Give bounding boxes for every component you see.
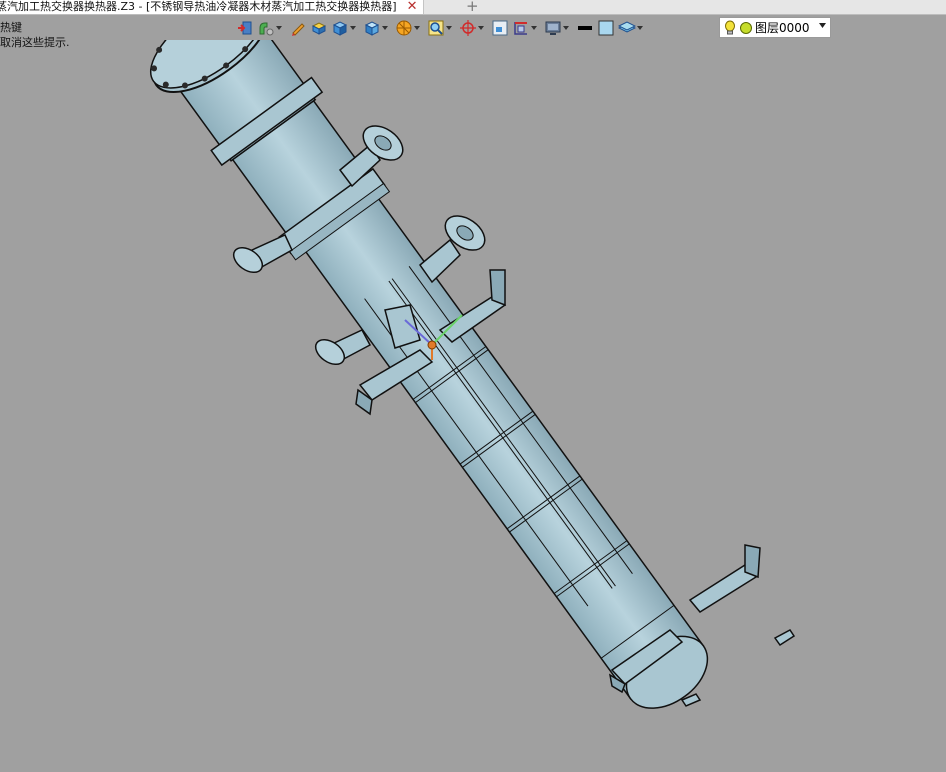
heat-exchanger-model[interactable] <box>0 0 946 768</box>
frame-button[interactable] <box>491 17 509 39</box>
face-color-button[interactable] <box>597 17 615 39</box>
nozzle-left-lower <box>314 329 372 366</box>
cube-icon <box>332 21 348 36</box>
chevron-down-icon[interactable] <box>819 23 826 28</box>
render-mode-button[interactable] <box>395 17 420 39</box>
nozzle-left-upper <box>232 234 293 274</box>
cube-button[interactable] <box>331 17 356 39</box>
display-icon <box>545 21 561 35</box>
face-color-icon <box>598 20 614 36</box>
chevron-down-icon[interactable] <box>382 26 388 30</box>
section-icon <box>514 22 527 35</box>
render-icon <box>396 20 412 36</box>
chevron-down-icon[interactable] <box>478 26 484 30</box>
shell-body <box>149 0 709 709</box>
chevron-down-icon[interactable] <box>531 26 537 30</box>
document-tab-title: 蒸汽加工热交换器换热器.Z3 - [不锈钢导热油冷凝器木材蒸汽加工热交换器换热器… <box>0 0 397 13</box>
exit-button[interactable] <box>236 17 254 39</box>
layer-select[interactable]: 图层0000 <box>719 17 831 38</box>
chevron-down-icon[interactable] <box>276 26 282 30</box>
exit-icon <box>238 21 252 35</box>
layer-manager-icon <box>618 21 636 33</box>
nozzle-mid-right <box>418 215 486 284</box>
sketch-button[interactable] <box>289 17 307 39</box>
light-bulb-icon[interactable] <box>724 20 736 36</box>
zoom-button[interactable] <box>427 17 452 39</box>
frame-icon <box>492 20 508 36</box>
orbit-button[interactable] <box>459 17 484 39</box>
close-tab-icon[interactable]: ✕ <box>407 0 418 14</box>
view-cube-icon <box>364 21 380 36</box>
view-cube-button[interactable] <box>363 17 388 39</box>
line-color-icon <box>578 26 592 30</box>
3d-viewport[interactable] <box>0 0 946 768</box>
solid-box-icon <box>311 22 327 35</box>
solid-button[interactable] <box>310 17 328 39</box>
layer-manager-button[interactable] <box>618 17 643 39</box>
add-tab-icon[interactable]: + <box>466 0 479 14</box>
orbit-icon <box>460 20 476 36</box>
chevron-down-icon[interactable] <box>446 26 452 30</box>
section-button[interactable] <box>512 17 537 39</box>
view-toolbar <box>236 17 646 39</box>
shape-select-icon <box>259 22 274 36</box>
hotkey-hint-title: 热键 <box>0 21 22 34</box>
document-tab[interactable]: 蒸汽加工热交换器换热器.Z3 - [不锈钢导热油冷凝器木材蒸汽加工热交换器换热器… <box>0 0 425 14</box>
chevron-down-icon[interactable] <box>637 26 643 30</box>
chevron-down-icon[interactable] <box>563 26 569 30</box>
document-tab-bar: 蒸汽加工热交换器换热器.Z3 - [不锈钢导热油冷凝器木材蒸汽加工热交换器换热器… <box>0 0 946 15</box>
shape-select-button[interactable] <box>257 17 282 39</box>
layer-name: 图层0000 <box>755 21 810 35</box>
chevron-down-icon[interactable] <box>350 26 356 30</box>
display-button[interactable] <box>544 17 569 39</box>
chevron-down-icon[interactable] <box>414 26 420 30</box>
zoom-icon <box>428 20 444 36</box>
pencil-icon <box>292 23 305 36</box>
line-color-button[interactable] <box>576 17 594 39</box>
layer-status-dot-icon[interactable] <box>739 21 753 35</box>
